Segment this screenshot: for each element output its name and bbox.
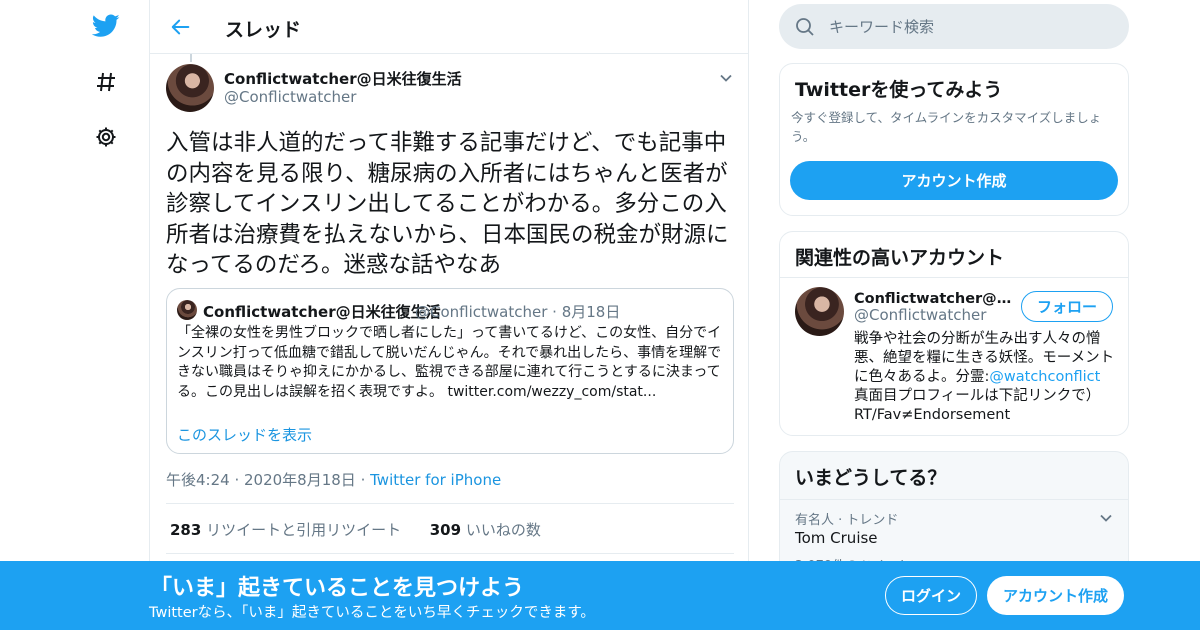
banner-title: 「いま」起きていることを見つけよう — [150, 576, 525, 601]
login-button[interactable]: ログイン — [885, 576, 977, 615]
divider — [166, 503, 734, 504]
show-thread-link[interactable]: このスレッドを表示 — [177, 424, 312, 445]
banner-create-account-button[interactable]: アカウント作成 — [987, 576, 1124, 615]
quote-text: 「全裸の女性を男性ブロックで晒し者にした」って書いてるけど、この女性、自分でイン… — [177, 325, 722, 400]
author-name[interactable]: Conflictwatcher@日米往復生活 — [224, 68, 462, 89]
signup-card-description: 今すぐ登録して、タイムラインをカスタマイズしましょう。 — [791, 110, 1102, 144]
related-bio-mention[interactable]: @watchconflict — [989, 369, 1100, 385]
follow-button[interactable]: フォロー — [1021, 291, 1113, 322]
search-input[interactable] — [829, 4, 1119, 49]
trend-name[interactable]: Tom Cruise — [795, 529, 878, 547]
tweet-meta: 午後4:24 · 2020年8月18日 · Twitter for iPhone — [166, 471, 502, 489]
left-nav — [80, 0, 150, 630]
related-handle[interactable]: @Conflictwatcher — [854, 306, 986, 324]
like-stat[interactable]: 309 いいねの数 — [430, 521, 541, 539]
trend-context: 有名人 · トレンド — [795, 513, 899, 528]
chevron-down-icon[interactable] — [718, 70, 734, 86]
related-accounts-card: 関連性の高いアカウント Conflictwatcher@日... @Confli… — [779, 231, 1129, 436]
tweet-text: 入管は非人道的だって非難する記事だけど、でも記事中の内容を見る限り、糖尿病の入所… — [166, 130, 729, 278]
like-count: 309 — [429, 521, 462, 539]
divider — [780, 499, 1128, 500]
search-icon — [795, 17, 815, 37]
thread-header: スレッド — [150, 0, 748, 54]
twitter-bird-icon[interactable] — [92, 12, 120, 40]
signup-card-title: Twitterを使ってみよう — [795, 79, 1003, 101]
hashtag-icon[interactable] — [92, 68, 120, 96]
tweet-source[interactable]: Twitter for iPhone — [370, 471, 501, 489]
banner-subtitle: Twitterなら、「いま」起きていることをいち早くチェックできます。 — [149, 605, 595, 621]
quote-handle-date: @Conflictwatcher · 8月18日 — [415, 303, 621, 321]
signup-banner: 「いま」起きていることを見つけよう Twitterなら、「いま」起きていることを… — [0, 561, 1200, 630]
retweet-label: リツイートと引用リツイート — [206, 521, 402, 539]
like-label: いいねの数 — [465, 521, 541, 539]
related-bio-text-rest: 真面目プロフィールは下記リンクで）RT/Fav≠Endorsement — [854, 388, 1101, 423]
related-bio: 戦争や社会の分断が生み出す人々の憎悪、絶望を糧に生きる妖怪。モーメントに色々ある… — [854, 330, 1116, 425]
arrow-left-icon[interactable] — [168, 14, 194, 40]
divider — [166, 553, 734, 554]
signup-card: Twitterを使ってみよう 今すぐ登録して、タイムラインをカスタマイズしましょ… — [779, 63, 1129, 216]
author-handle[interactable]: @Conflictwatcher — [224, 88, 356, 106]
quote-date: 8月18日 — [561, 303, 621, 321]
create-account-button[interactable]: アカウント作成 — [790, 161, 1118, 200]
quote-author-handle: @Conflictwatcher — [415, 303, 548, 321]
related-card-title: 関連性の高いアカウント — [795, 247, 1005, 269]
related-avatar[interactable] — [795, 287, 844, 336]
page-title: スレッド — [225, 19, 302, 41]
quote-avatar — [177, 300, 197, 320]
quoted-tweet[interactable]: Conflictwatcher@日米往復生活 @Conflictwatcher … — [166, 288, 734, 454]
trends-card-title: いまどうしてる？ — [795, 467, 947, 489]
search-bar — [779, 4, 1129, 49]
retweet-stat[interactable]: 283 リツイートと引用リツイート — [170, 521, 401, 539]
thread-connector — [190, 54, 192, 62]
tweet-stats: 283 リツイートと引用リツイート 309 いいねの数 — [170, 519, 541, 540]
tweet-date[interactable]: 2020年8月18日 — [244, 471, 356, 489]
retweet-count: 283 — [170, 521, 202, 539]
main-column: スレッド Conflictwatcher@日米往復生活 @Conflictwat… — [149, 0, 749, 630]
tweet-time[interactable]: 午後4:24 — [166, 471, 230, 489]
divider — [780, 277, 1128, 278]
author-avatar[interactable] — [166, 64, 214, 112]
gear-icon[interactable] — [92, 123, 120, 151]
related-name[interactable]: Conflictwatcher@日... — [854, 287, 1014, 308]
quote-author-name: Conflictwatcher@日米往復生活 — [203, 303, 441, 321]
chevron-down-icon[interactable] — [1098, 510, 1114, 526]
